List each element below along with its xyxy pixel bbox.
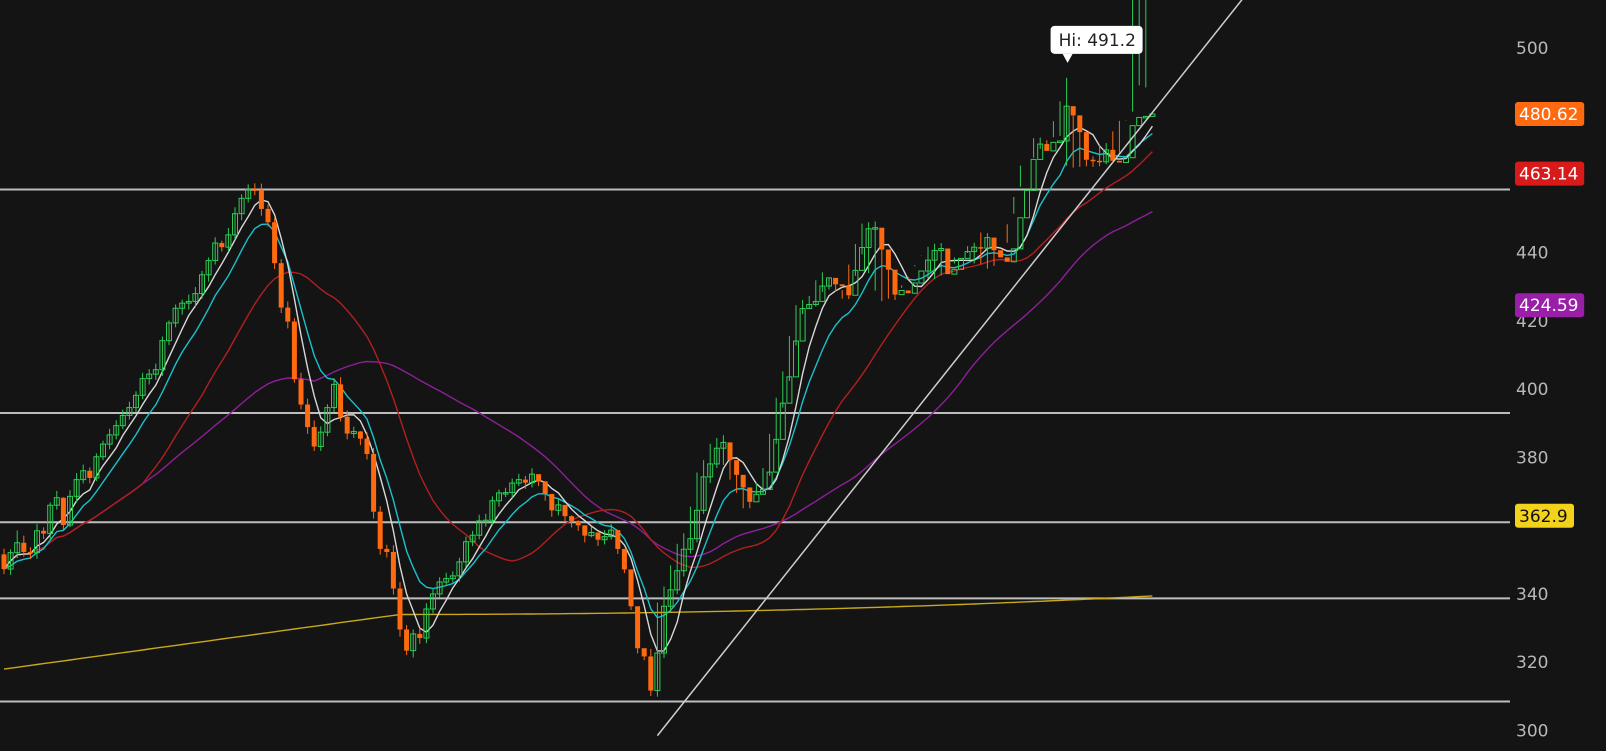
y-tick-label: 340 (1516, 585, 1548, 605)
candle-body (417, 633, 423, 639)
candle-body (384, 548, 390, 552)
candle-body (291, 321, 297, 380)
candle-body (1044, 144, 1050, 151)
candle-body (635, 606, 641, 649)
candle-body (371, 454, 377, 512)
candle-body (298, 379, 304, 405)
candle-body (833, 277, 839, 285)
candle-body (87, 470, 93, 478)
candle-body (628, 569, 634, 607)
candle-body (582, 525, 588, 536)
price-label: 362.9 (1519, 507, 1568, 527)
candle-body (615, 530, 621, 549)
y-tick-label: 380 (1516, 448, 1548, 468)
candle-body (1116, 160, 1122, 163)
candle-body (1083, 132, 1089, 160)
candle-body (1070, 106, 1076, 116)
candle-body (219, 243, 225, 248)
candle-body (885, 249, 891, 270)
candle-body (879, 227, 885, 250)
candle-body (945, 248, 951, 275)
candle-body (404, 629, 410, 651)
candle-body (311, 427, 317, 447)
candle-body (1097, 160, 1103, 163)
candle-body (357, 431, 363, 439)
candle-body (839, 284, 845, 287)
annotation-text: Hi: 491.2 (1059, 31, 1136, 51)
candle-body (740, 474, 746, 488)
candle-body (1077, 115, 1083, 133)
price-label: 463.14 (1519, 165, 1578, 185)
y-tick-label: 300 (1516, 722, 1548, 742)
candle-body (27, 551, 33, 554)
candle-body (522, 479, 528, 483)
price-label: 424.59 (1519, 296, 1578, 316)
candle-body (364, 438, 370, 455)
y-tick-label: 440 (1516, 244, 1548, 264)
candle-body (377, 511, 383, 549)
candle-body (595, 532, 601, 540)
candle-body (21, 542, 27, 552)
candle-body (978, 247, 984, 249)
candle-body (265, 208, 271, 223)
candle-body (542, 481, 548, 494)
candle-body (536, 474, 542, 482)
candle-body (727, 442, 733, 461)
candle-body (41, 530, 47, 534)
candle-body (892, 269, 898, 295)
candle-body (344, 416, 350, 434)
y-tick-label: 400 (1516, 380, 1548, 400)
candle-body (641, 648, 647, 657)
candle-body (305, 404, 311, 428)
price-label: 480.62 (1519, 105, 1578, 125)
candle-body (278, 263, 284, 308)
candle-body (1004, 257, 1010, 262)
candle-body (338, 384, 344, 417)
candle-body (905, 290, 911, 294)
candle-body (575, 520, 581, 526)
candle-body (397, 588, 403, 630)
candle-body (285, 307, 291, 322)
candle-body (562, 504, 568, 517)
candle-body (1, 554, 7, 570)
stock-candlestick-chart[interactable]: 300320340380400420440500 480.62463.14424… (0, 0, 1606, 751)
candle-body (998, 250, 1004, 258)
candle-body (252, 189, 258, 191)
candle-body (258, 189, 264, 209)
y-tick-label: 320 (1516, 653, 1548, 673)
chart-background (0, 0, 1606, 751)
candle-body (390, 551, 396, 589)
candle-body (549, 493, 555, 511)
candle-body (60, 497, 66, 526)
candle-body (747, 487, 753, 502)
candle-body (991, 237, 997, 251)
y-tick-label: 500 (1516, 39, 1548, 59)
candle-body (846, 286, 852, 296)
candle-body (569, 516, 575, 521)
candle-body (1090, 159, 1096, 162)
candle-body (621, 548, 627, 570)
candle-body (734, 460, 740, 475)
candle-body (648, 656, 654, 691)
candle-body (272, 222, 278, 264)
